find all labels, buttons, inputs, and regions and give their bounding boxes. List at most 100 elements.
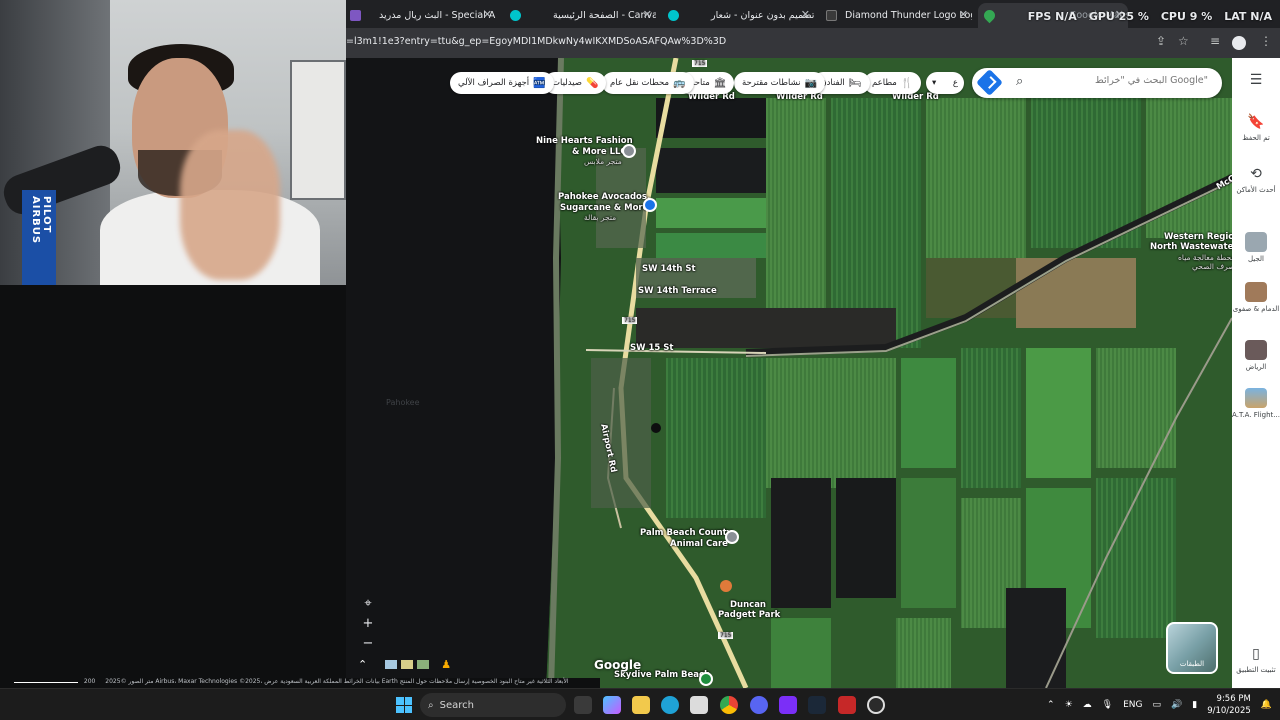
category-chip-collapse[interactable]: ▾ ع — [926, 72, 964, 94]
chip-things-to-do[interactable]: نشاطات مقترحة 📷 — [734, 72, 825, 94]
recent-place[interactable]: الدمام & صفوى — [1232, 282, 1280, 313]
volume-icon[interactable]: 🔊 — [1171, 700, 1182, 710]
scale-bar — [14, 682, 78, 683]
highway-shield: 715 — [718, 632, 734, 639]
place-pin-icon[interactable] — [699, 672, 713, 686]
place-name: North Wastewater — [1150, 242, 1232, 252]
maps-pin-icon — [981, 7, 998, 24]
map-type-thumb[interactable] — [401, 660, 414, 669]
reading-list-icon[interactable]: ≡ — [1210, 34, 1220, 48]
battery-icon[interactable]: ▮ — [1192, 700, 1197, 710]
install-app-button[interactable]: ▯ تثبيت التطبيق — [1232, 646, 1280, 674]
recent-place[interactable]: الرياض — [1232, 340, 1280, 371]
install-app-icon[interactable]: ⇪ — [1156, 34, 1166, 48]
cloud-icon[interactable]: ☁ — [1083, 700, 1092, 710]
profile-avatar-icon[interactable] — [1232, 36, 1246, 50]
mic-icon[interactable]: 🎙 — [1102, 700, 1113, 710]
tab-title: الصفحة الرئيسية - Canva — [553, 10, 656, 21]
task-view-icon[interactable] — [574, 696, 592, 714]
language-indicator[interactable]: ENG — [1123, 700, 1142, 710]
performance-overlay: FPS N/A GPU 25 % CPU 9 % LAT N/A — [1028, 10, 1272, 23]
search-icon: ⌕ — [428, 699, 434, 711]
browser-menu-icon[interactable]: ⋮ — [1260, 34, 1272, 48]
pegman-icon[interactable]: ♟ — [441, 658, 451, 671]
layers-button[interactable]: الطبقات — [1166, 622, 1218, 674]
panel-label: الجيل — [1247, 255, 1264, 263]
google-logo: Google — [594, 658, 642, 672]
recent-place[interactable]: A.T.A. Flight... — [1232, 388, 1280, 419]
map-search-box[interactable]: ⌕ — [972, 68, 1222, 98]
chrome-icon[interactable] — [720, 696, 738, 714]
grocery-pin-icon[interactable] — [643, 198, 657, 212]
steam-icon[interactable] — [808, 696, 826, 714]
expand-up-icon[interactable]: ⌃ — [358, 658, 367, 671]
chip-atms[interactable]: أجهزة الصراف الآلي 🏧 — [450, 72, 554, 94]
tab-close-icon[interactable]: ✕ — [959, 8, 968, 21]
store-icon[interactable] — [690, 696, 708, 714]
bus-icon: 🚌 — [673, 77, 686, 89]
tab-close-icon[interactable]: ✕ — [483, 8, 492, 21]
edge-icon[interactable] — [661, 696, 679, 714]
tab-favicon-icon — [668, 10, 679, 21]
chip-transit[interactable]: محطات نقل عام 🚌 — [602, 72, 694, 94]
chevron-up-icon[interactable]: ⌃ — [1047, 700, 1055, 710]
place-name: Animal Care — [670, 539, 728, 549]
menu-button[interactable]: ☰ — [1232, 72, 1280, 92]
tab-close-icon[interactable]: ✕ — [801, 8, 810, 21]
zoom-in-button[interactable]: + — [358, 614, 378, 634]
address-bar[interactable]: =l3m1!1e3?entry=ttu&g_ep=EgoyMDI1MDkwNy4… — [346, 28, 1280, 58]
recents-button[interactable]: ⟲ أحدث الأماكن — [1232, 166, 1280, 194]
obs-icon[interactable] — [867, 696, 885, 714]
notification-icon[interactable]: 🔔 — [1261, 700, 1272, 710]
recent-place[interactable]: الجيل — [1232, 232, 1280, 263]
place-thumbnail — [1245, 232, 1267, 252]
tab-canva-design[interactable]: تصميم بدون عنوان - شعار ✕ — [664, 3, 814, 28]
saved-button[interactable]: 🔖 تم الحفظ — [1232, 114, 1280, 142]
bookmark-star-icon[interactable]: ☆ — [1178, 34, 1189, 48]
file-explorer-icon[interactable] — [632, 696, 650, 714]
maps-side-panel: ☰ 🔖 تم الحفظ ⟲ أحدث الأماكن الجيل الدمام &… — [1232, 58, 1280, 688]
clock[interactable]: 9:56 PM 9/10/2025 — [1207, 693, 1251, 717]
app-icon[interactable] — [779, 696, 797, 714]
pharmacy-icon: 💊 — [586, 77, 599, 89]
place-thumbnail — [1245, 282, 1267, 302]
place-pin-icon[interactable] — [622, 144, 636, 158]
zoom-out-button[interactable]: − — [358, 634, 378, 654]
network-icon[interactable]: ▭ — [1153, 700, 1162, 710]
layers-label: الطبقات — [1179, 660, 1205, 668]
app-icon[interactable] — [838, 696, 856, 714]
brightness-icon[interactable]: ☀ — [1065, 700, 1073, 710]
directions-icon[interactable] — [976, 69, 1003, 96]
panel-label: أحدث الأماكن — [1236, 186, 1276, 194]
my-location-icon[interactable]: ⌖ — [358, 594, 378, 614]
place-name: Western Region — [1164, 232, 1232, 242]
map-type-thumb[interactable] — [417, 660, 430, 669]
place-thumbnail — [1245, 340, 1267, 360]
place-pin-icon[interactable] — [725, 530, 739, 544]
chip-label: نشاطات مقترحة — [742, 78, 801, 88]
chip-restaurants[interactable]: مطاعم 🍴 — [864, 72, 922, 94]
taskbar-search[interactable]: ⌕ Search — [420, 693, 566, 717]
discord-icon[interactable] — [750, 696, 768, 714]
tab-title: Diamond Thunder Logo Logo — [845, 10, 972, 21]
url-text[interactable]: =l3m1!1e3?entry=ttu&g_ep=EgoyMDI1MDkwNy4… — [346, 36, 726, 47]
tab-close-icon[interactable]: ✕ — [643, 8, 652, 21]
tab-special-alert[interactable]: البث ريال مدريد - Special Alert ✕ — [346, 3, 496, 28]
tab-canva-home[interactable]: الصفحة الرئيسية - Canva ✕ — [506, 3, 656, 28]
attribution-text[interactable]: الصور ©2025 Airbus، Maxar Technologies ©… — [105, 678, 568, 685]
map-type-thumb[interactable] — [385, 660, 398, 669]
search-input[interactable] — [1048, 75, 1208, 86]
clock-date: 9/10/2025 — [1207, 706, 1251, 716]
tab-diamond-logo[interactable]: Diamond Thunder Logo Logo ✕ — [822, 3, 972, 28]
search-icon[interactable]: ⌕ — [1016, 74, 1023, 89]
copilot-icon[interactable] — [603, 696, 621, 714]
place-name: Duncan — [730, 600, 766, 610]
background-cabinet — [290, 60, 346, 200]
highway-shield: 715 — [692, 60, 708, 67]
start-button[interactable] — [396, 697, 412, 713]
satellite-map[interactable]: Pahokee Wilder Rd Wilder Rd Wilder Rd Ni… — [346, 58, 1232, 688]
panel-label: تثبيت التطبيق — [1236, 666, 1276, 674]
chip-icon: ع — [952, 78, 958, 88]
fps-readout: FPS N/A — [1027, 10, 1077, 23]
camera-icon: 📷 — [804, 77, 817, 89]
